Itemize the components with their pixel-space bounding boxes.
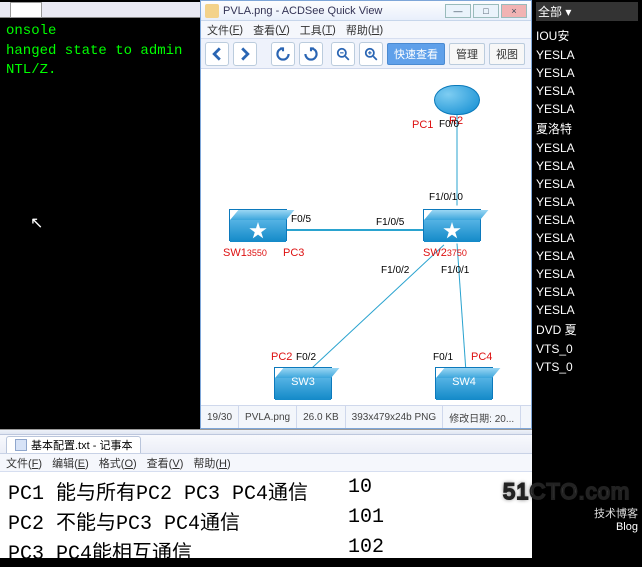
np-menu-help[interactable]: 帮助(H) bbox=[193, 455, 230, 471]
manage-button[interactable]: 管理 bbox=[449, 43, 485, 65]
np-menu-view[interactable]: 查看(V) bbox=[147, 455, 184, 471]
right-sidebar: 全部 ▾ IOU安 YESLA YESLA YESLA YESLA 夏洛特 YE… bbox=[532, 0, 642, 558]
sidebar-item[interactable]: YESLA bbox=[536, 193, 638, 211]
titlebar[interactable]: PVLA.png - ACDSee Quick View — □ × bbox=[201, 1, 531, 21]
link-sw2-sw4 bbox=[457, 243, 467, 378]
switch-sw1 bbox=[229, 209, 287, 241]
rotate-right-button[interactable] bbox=[299, 42, 323, 66]
label-pc2: PC2 bbox=[271, 351, 292, 363]
menu-tools[interactable]: 工具(T) bbox=[300, 22, 336, 38]
terminal-tabbar[interactable] bbox=[0, 2, 200, 18]
app-icon bbox=[205, 4, 219, 18]
sidebar-item[interactable]: IOU安 bbox=[536, 25, 638, 46]
acdsee-window: PVLA.png - ACDSee Quick View — □ × 文件(F)… bbox=[200, 0, 532, 429]
port-f0-0: F0/0 bbox=[439, 119, 459, 130]
label-sw1: SW13550 bbox=[223, 247, 267, 259]
np-menu-file[interactable]: 文件(F) bbox=[6, 455, 42, 471]
sidebar-item[interactable]: YESLA bbox=[536, 46, 638, 64]
router-r2: R2 bbox=[434, 85, 480, 115]
sidebar-item[interactable]: YESLA bbox=[536, 175, 638, 193]
port-f0-5: F0/5 bbox=[291, 214, 311, 225]
sidebar-item[interactable]: YESLA bbox=[536, 157, 638, 175]
link-sw1-sw2 bbox=[287, 229, 423, 231]
np-menu-edit[interactable]: 编辑(E) bbox=[52, 455, 89, 471]
zoom-out-button[interactable] bbox=[331, 42, 355, 66]
zoom-in-button[interactable] bbox=[359, 42, 383, 66]
sidebar-item[interactable]: DVD 夏 bbox=[536, 319, 638, 340]
switch-sw2 bbox=[423, 209, 481, 241]
menu-view[interactable]: 查看(V) bbox=[253, 22, 290, 38]
sidebar-item[interactable]: YESLA bbox=[536, 283, 638, 301]
status-size: 26.0 KB bbox=[297, 406, 346, 428]
port-f1-0-5: F1/0/5 bbox=[376, 217, 404, 228]
switch-sw3: SW3 bbox=[274, 367, 332, 399]
sidebar-item[interactable]: 夏洛特 bbox=[536, 118, 638, 139]
menu-help[interactable]: 帮助(H) bbox=[346, 22, 383, 38]
status-index: 19/30 bbox=[201, 406, 239, 428]
port-f0-1: F0/1 bbox=[433, 352, 453, 363]
quickview-button[interactable]: 快速查看 bbox=[387, 43, 445, 65]
router-icon bbox=[434, 85, 480, 115]
port-f1-0-2: F1/0/2 bbox=[381, 265, 409, 276]
menu-file[interactable]: 文件(F) bbox=[207, 22, 243, 38]
terminal-body[interactable]: onsole hanged state to admin NTL/Z. ↖ bbox=[0, 18, 200, 429]
port-f0-2: F0/2 bbox=[296, 352, 316, 363]
status-dim: 393x479x24b PNG bbox=[346, 406, 444, 428]
viewer-toolbar: 快速查看 管理 视图 bbox=[201, 39, 531, 69]
label-pc1: PC1 bbox=[412, 119, 433, 131]
port-f1-0-10: F1/0/10 bbox=[429, 192, 463, 203]
sidebar-header[interactable]: 全部 ▾ bbox=[536, 2, 638, 21]
sidebar-item[interactable]: YESLA bbox=[536, 100, 638, 118]
sidebar-item[interactable]: YESLA bbox=[536, 139, 638, 157]
sidebar-item[interactable]: YESLA bbox=[536, 211, 638, 229]
label-sw2: SW23750 bbox=[423, 247, 467, 259]
np-menu-format[interactable]: 格式(O) bbox=[99, 455, 137, 471]
sidebar-item[interactable]: YESLA bbox=[536, 64, 638, 82]
sidebar-item[interactable]: VTS_0 bbox=[536, 340, 638, 358]
label-pc4: PC4 bbox=[471, 351, 492, 363]
rotate-left-button[interactable] bbox=[271, 42, 295, 66]
next-button[interactable] bbox=[233, 42, 257, 66]
port-f1-0-1: F1/0/1 bbox=[441, 265, 469, 276]
view-button[interactable]: 视图 bbox=[489, 43, 525, 65]
maximize-button[interactable]: □ bbox=[473, 4, 499, 18]
status-mod: 修改日期: 20... bbox=[443, 406, 521, 428]
label-pc3: PC3 bbox=[283, 247, 304, 259]
diagram-canvas: R2 PC1 F0/0 F1/0/10 SW13550 PC3 F0/5 F1/… bbox=[201, 69, 531, 405]
notepad-tab[interactable]: 基本配置.txt - 记事本 bbox=[6, 436, 141, 453]
sidebar-item[interactable]: YESLA bbox=[536, 82, 638, 100]
viewer-menubar: 文件(F) 查看(V) 工具(T) 帮助(H) bbox=[201, 21, 531, 39]
minimize-button[interactable]: — bbox=[445, 4, 471, 18]
terminal-window: onsole hanged state to admin NTL/Z. ↖ bbox=[0, 2, 200, 429]
notepad-icon bbox=[15, 439, 27, 451]
status-file: PVLA.png bbox=[239, 406, 297, 428]
link-sw3-sw2 bbox=[305, 245, 445, 375]
sidebar-item[interactable]: YESLA bbox=[536, 301, 638, 319]
window-title: PVLA.png - ACDSee Quick View bbox=[223, 5, 445, 17]
sidebar-item[interactable]: YESLA bbox=[536, 247, 638, 265]
sidebar-item[interactable]: VTS_0 bbox=[536, 358, 638, 376]
sidebar-item[interactable]: YESLA bbox=[536, 229, 638, 247]
sidebar-item[interactable]: YESLA bbox=[536, 265, 638, 283]
statusbar: 19/30 PVLA.png 26.0 KB 393x479x24b PNG 修… bbox=[201, 405, 531, 428]
close-button[interactable]: × bbox=[501, 4, 527, 18]
cursor-icon: ↖ bbox=[30, 213, 43, 233]
prev-button[interactable] bbox=[205, 42, 229, 66]
switch-sw4: SW4 bbox=[435, 367, 493, 399]
